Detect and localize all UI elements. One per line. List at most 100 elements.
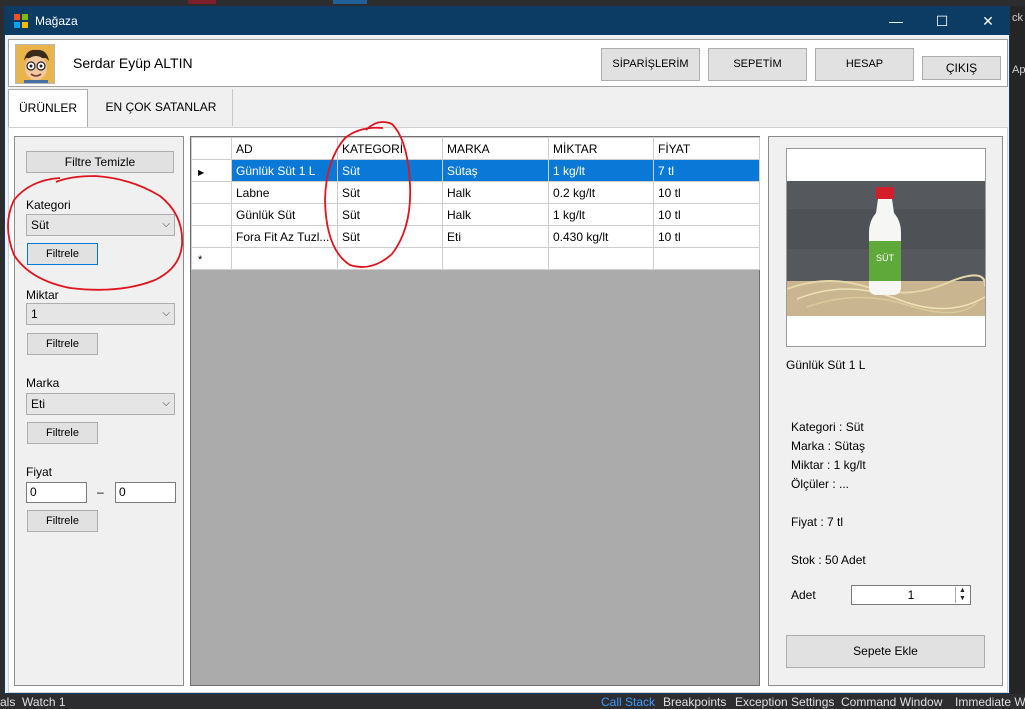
add-to-cart-button[interactable]: Sepete Ekle xyxy=(786,635,985,668)
milk-bottle-image: SÜT xyxy=(786,149,987,346)
quantity-filter-button[interactable]: Filtrele xyxy=(27,333,98,355)
price-filter-button[interactable]: Filtrele xyxy=(27,510,98,532)
product-name: Günlük Süt 1 L xyxy=(786,358,866,372)
table-row[interactable]: Fora Fit Az Tuzl... Süt Eti 0.430 kg/lt … xyxy=(191,225,760,248)
cell-price[interactable]: 10 tl xyxy=(653,203,760,226)
title-bar[interactable]: Mağaza — ☐ ✕ xyxy=(5,7,1009,35)
quantity-select-value: 1 xyxy=(31,307,38,321)
ide-tab-call-stack[interactable]: Call Stack xyxy=(601,695,655,709)
ide-tab[interactable]: als xyxy=(0,695,15,709)
ide-tab-command-window[interactable]: Command Window xyxy=(841,695,942,709)
cell-name[interactable]: Günlük Süt xyxy=(231,203,338,226)
new-row-marker: * xyxy=(198,253,203,266)
row-header[interactable] xyxy=(191,225,232,248)
cell-category[interactable] xyxy=(337,247,443,270)
table-row[interactable]: Labne Süt Halk 0.2 kg/lt 10 tl xyxy=(191,181,760,204)
row-header[interactable] xyxy=(191,203,232,226)
products-grid[interactable]: AD KATEGORİ MARKA MİKTAR FİYAT ▶ Günlük … xyxy=(190,136,760,686)
category-select-value: Süt xyxy=(31,218,50,232)
brand-select-value: Eti xyxy=(31,397,46,411)
cell-name[interactable]: Günlük Süt 1 L xyxy=(231,159,338,182)
row-header[interactable] xyxy=(191,181,232,204)
new-row[interactable]: * xyxy=(191,247,760,270)
product-quantity: Miktar : 1 kg/lt xyxy=(791,458,866,472)
cell-category[interactable]: Süt xyxy=(337,181,443,204)
cart-button[interactable]: SEPETİM xyxy=(708,48,807,81)
ide-tab-breakpoints[interactable]: Breakpoints xyxy=(663,695,726,709)
cell-brand[interactable]: Halk xyxy=(442,203,549,226)
tab-strip: ÜRÜNLER EN ÇOK SATANLAR xyxy=(8,89,1008,127)
cell-category[interactable]: Süt xyxy=(337,225,443,248)
ide-tab-exception-settings[interactable]: Exception Settings xyxy=(735,695,834,709)
column-header-price[interactable]: FİYAT xyxy=(653,137,760,160)
bottle-label: SÜT xyxy=(876,253,895,263)
quantity-select[interactable]: 1 ⌵ xyxy=(26,303,175,325)
cell-price[interactable]: 10 tl xyxy=(653,181,760,204)
amount-stepper[interactable]: 1 ▲ ▼ xyxy=(851,585,971,605)
category-filter-button[interactable]: Filtrele xyxy=(27,243,98,265)
username: Serdar Eyüp ALTIN xyxy=(73,55,193,71)
table-row[interactable]: Günlük Süt Süt Halk 1 kg/lt 10 tl xyxy=(191,203,760,226)
stepper-arrows[interactable]: ▲ ▼ xyxy=(955,587,969,603)
cell-category[interactable]: Süt xyxy=(337,203,443,226)
row-header-corner[interactable] xyxy=(191,137,232,160)
cell-name[interactable]: Labne xyxy=(231,181,338,204)
exit-button[interactable]: ÇIKIŞ xyxy=(922,56,1001,80)
cell-price[interactable] xyxy=(653,247,760,270)
brand-select[interactable]: Eti ⌵ xyxy=(26,393,175,415)
ide-tab-watch[interactable]: Watch 1 xyxy=(22,695,66,709)
column-header-brand[interactable]: MARKA xyxy=(442,137,549,160)
column-header-category[interactable]: KATEGORİ xyxy=(337,137,443,160)
cell-category[interactable]: Süt xyxy=(337,159,443,182)
cell-name[interactable]: Fora Fit Az Tuzl... xyxy=(231,225,338,248)
user-header: Serdar Eyüp ALTIN SİPARİŞLERİM SEPETİM H… xyxy=(8,39,1008,87)
row-header[interactable]: * xyxy=(191,247,232,270)
cell-quantity[interactable]: 1 kg/lt xyxy=(548,159,654,182)
avatar-face-icon xyxy=(16,45,54,83)
cell-brand[interactable]: Halk xyxy=(442,181,549,204)
row-header[interactable]: ▶ xyxy=(191,159,232,182)
product-category: Kategori : Süt xyxy=(791,420,864,434)
product-brand: Marka : Sütaş xyxy=(791,439,866,453)
stepper-up-icon[interactable]: ▲ xyxy=(956,587,969,595)
product-price: Fiyat : 7 tl xyxy=(791,515,844,529)
cell-quantity[interactable]: 1 kg/lt xyxy=(548,203,654,226)
cell-quantity[interactable]: 0.430 kg/lt xyxy=(548,225,654,248)
avatar xyxy=(15,44,55,84)
my-orders-button[interactable]: SİPARİŞLERİM xyxy=(601,48,700,81)
cell-brand[interactable]: Eti xyxy=(442,225,549,248)
product-dimensions: Ölçüler : ... xyxy=(791,477,850,491)
price-separator: – xyxy=(97,485,104,499)
stepper-down-icon[interactable]: ▼ xyxy=(956,595,969,603)
cell-quantity[interactable] xyxy=(548,247,654,270)
maximize-button[interactable]: ☐ xyxy=(919,7,965,35)
cell-quantity[interactable]: 0.2 kg/lt xyxy=(548,181,654,204)
price-max-input[interactable]: 0 xyxy=(115,482,176,503)
tab-products[interactable]: ÜRÜNLER xyxy=(8,89,88,127)
cell-name[interactable] xyxy=(231,247,338,270)
brand-filter-button[interactable]: Filtrele xyxy=(27,422,98,444)
ide-tab-immediate[interactable]: Immediate W xyxy=(955,695,1025,709)
minimize-button[interactable]: — xyxy=(873,7,919,35)
chevron-down-icon: ⌵ xyxy=(162,219,170,230)
products-tab-page: Filtre Temizle Kategori Süt ⌵ Filtrele M… xyxy=(8,127,1008,693)
ide-tab-marker xyxy=(333,0,367,4)
cell-brand[interactable]: Sütaş xyxy=(442,159,549,182)
close-button[interactable]: ✕ xyxy=(965,7,1011,35)
ide-tab-marker xyxy=(188,0,216,4)
account-button[interactable]: HESAP xyxy=(815,48,914,81)
tab-best-sellers[interactable]: EN ÇOK SATANLAR xyxy=(90,89,233,126)
product-image: SÜT xyxy=(786,148,987,347)
category-label: Kategori xyxy=(26,198,71,212)
chevron-down-icon: ⌵ xyxy=(162,308,170,319)
cell-brand[interactable] xyxy=(442,247,549,270)
cell-price[interactable]: 10 tl xyxy=(653,225,760,248)
table-row[interactable]: ▶ Günlük Süt 1 L Süt Sütaş 1 kg/lt 7 tl xyxy=(191,159,760,182)
column-header-name[interactable]: AD xyxy=(231,137,338,160)
column-header-quantity[interactable]: MİKTAR xyxy=(548,137,654,160)
category-select[interactable]: Süt ⌵ xyxy=(26,214,175,236)
price-min-input[interactable]: 0 xyxy=(26,482,87,503)
grid-header-row: AD KATEGORİ MARKA MİKTAR FİYAT xyxy=(191,137,760,160)
cell-price[interactable]: 7 tl xyxy=(653,159,760,182)
clear-filters-button[interactable]: Filtre Temizle xyxy=(26,151,174,173)
